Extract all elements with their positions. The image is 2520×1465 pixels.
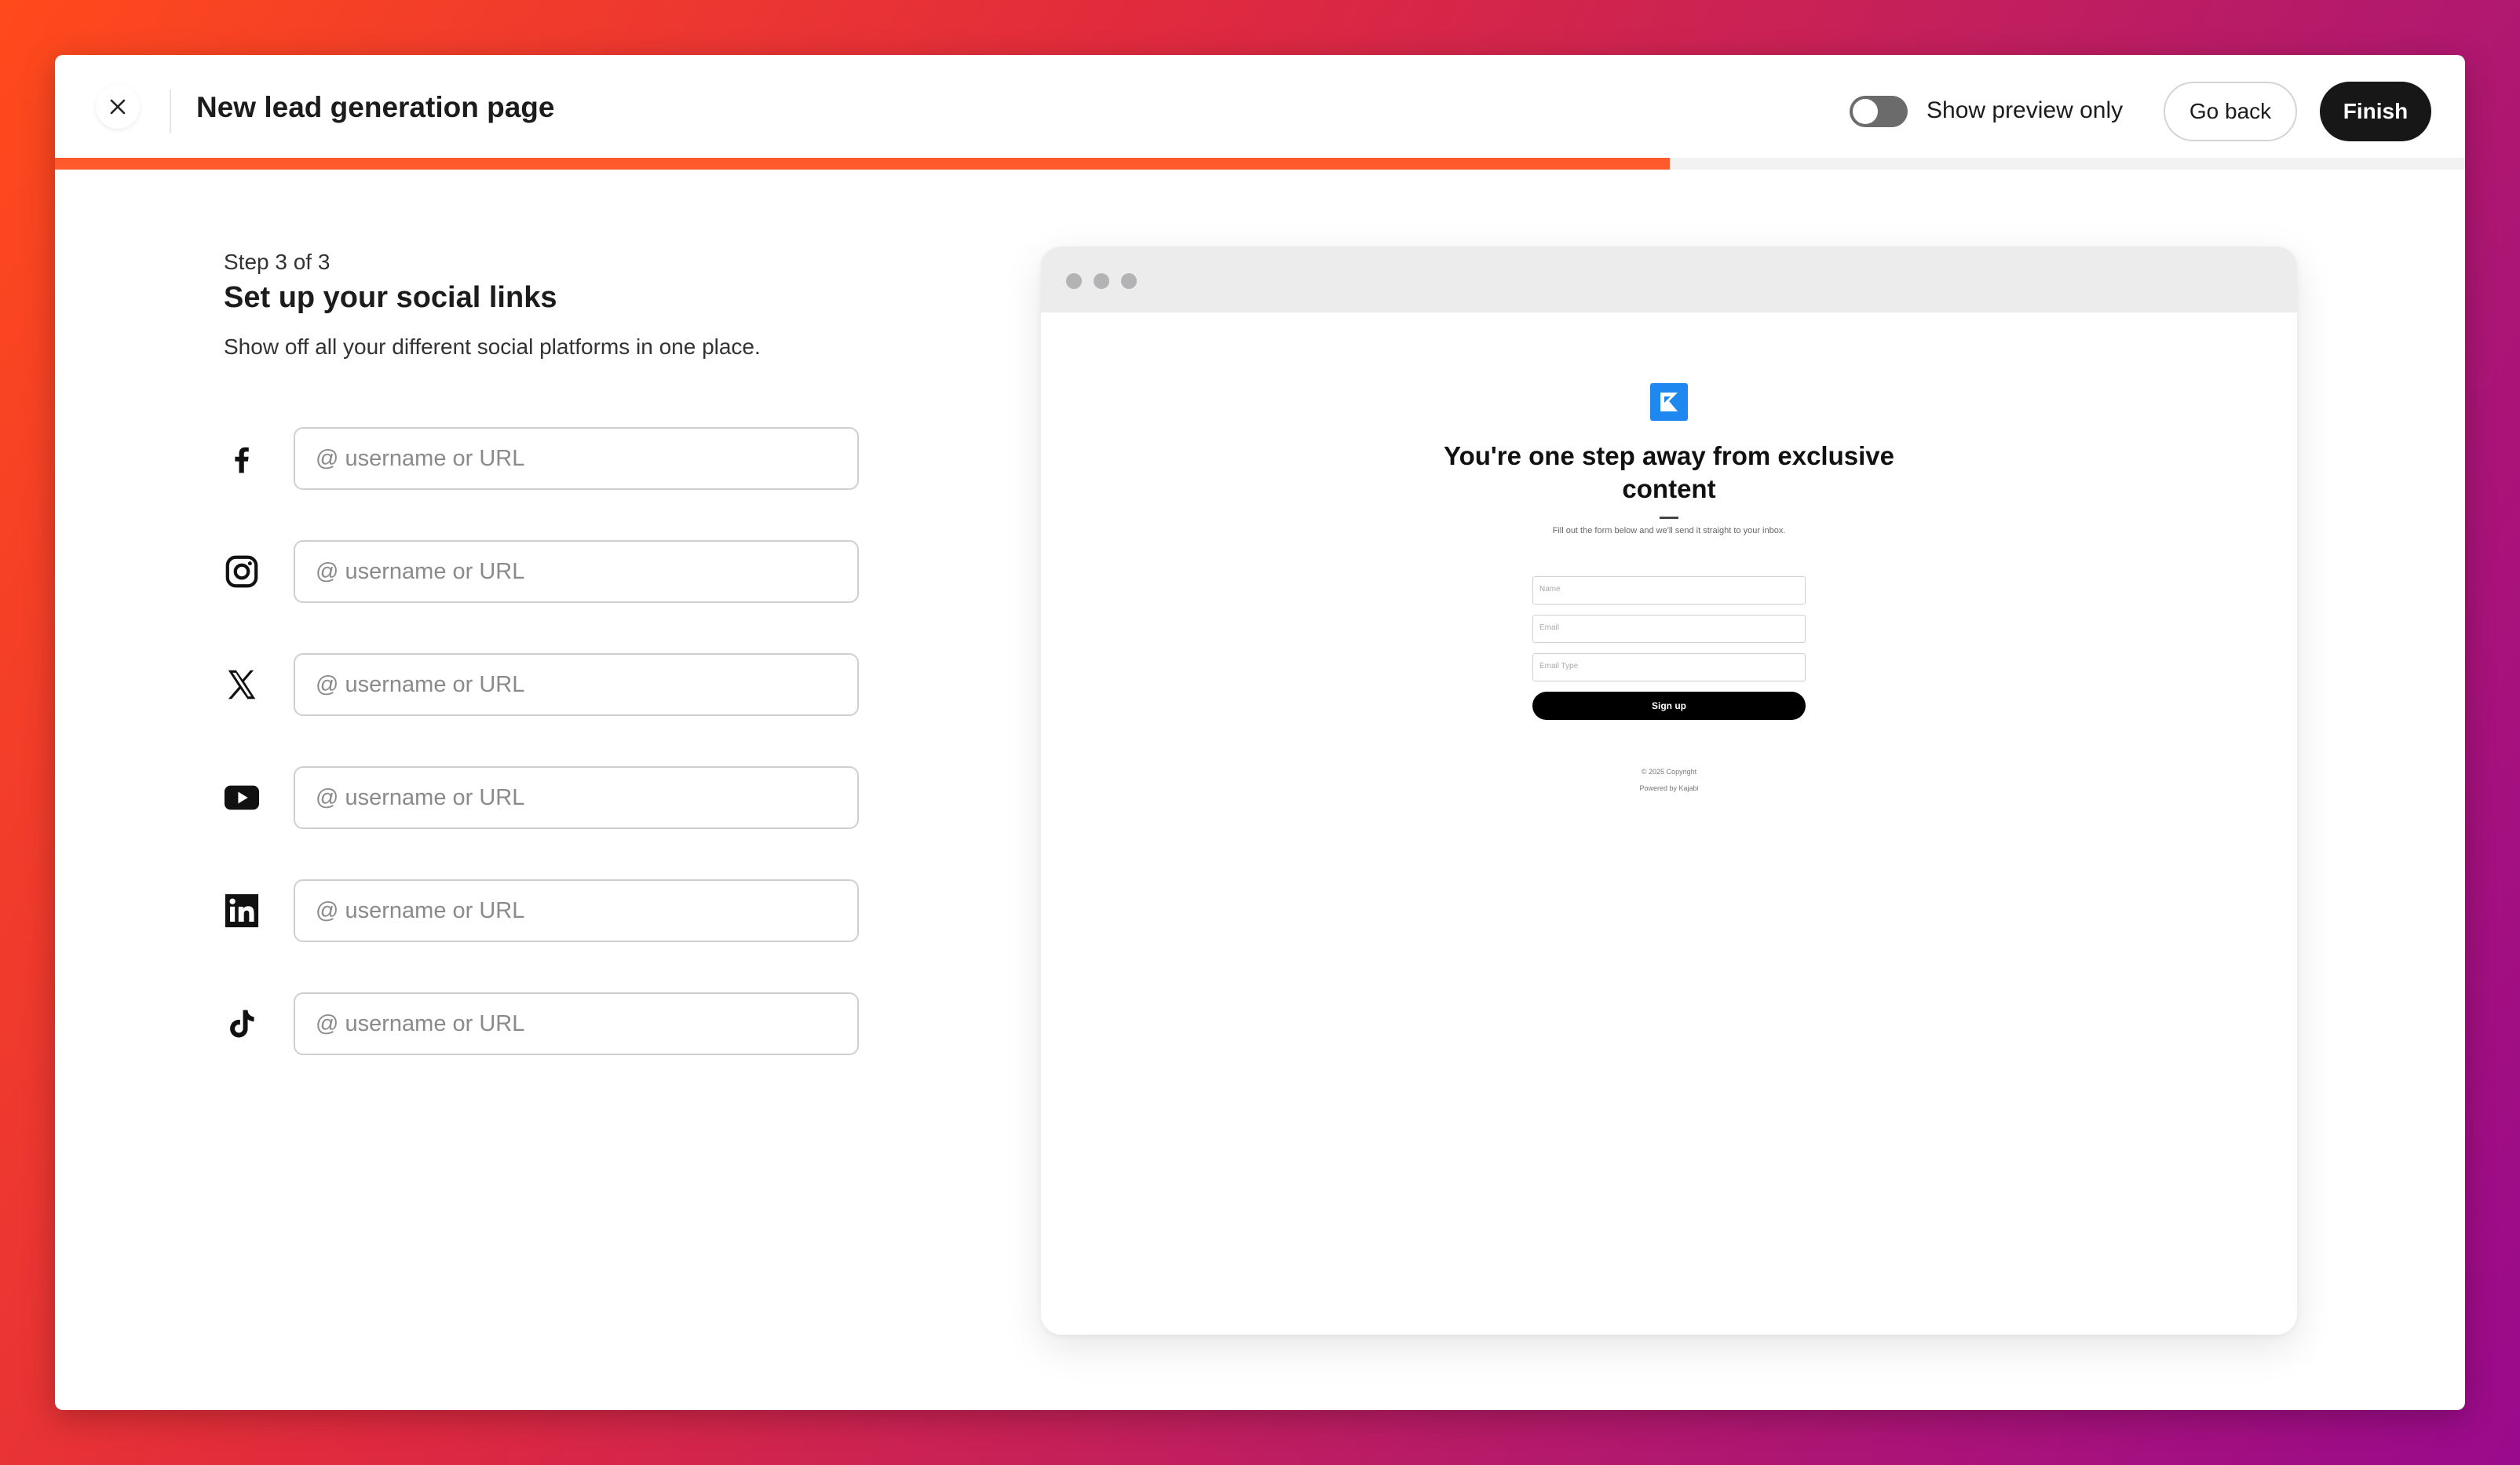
go-back-button[interactable]: Go back: [2164, 82, 2297, 141]
facebook-input[interactable]: [294, 427, 859, 490]
social-row-linkedin: [220, 879, 911, 942]
progress-bar: [55, 158, 2465, 170]
tiktok-input[interactable]: [294, 992, 859, 1055]
window-dot-icon: [1121, 273, 1137, 289]
preview-divider: [1660, 517, 1678, 519]
instagram-icon: [220, 550, 264, 594]
section-description: Show off all your different social platf…: [224, 334, 761, 359]
preview-only-label: Show preview only: [1927, 97, 2124, 123]
social-row-instagram: [220, 540, 911, 603]
page-title: New lead generation page: [196, 91, 555, 123]
preview-email-type-field: Email Type: [1532, 653, 1806, 681]
close-icon: [110, 99, 126, 115]
youtube-icon: [220, 776, 264, 820]
preview-headline: You're one step away from exclusive cont…: [1444, 441, 1894, 503]
preview-name-field: Name: [1532, 576, 1806, 605]
social-row-facebook: [220, 427, 911, 490]
linkedin-icon: [220, 889, 264, 933]
window-dot-icon: [1066, 273, 1082, 289]
instagram-input[interactable]: [294, 540, 859, 603]
window-dot-icon: [1094, 273, 1109, 289]
page-preview-window: You're one step away from exclusive cont…: [1041, 247, 2297, 1335]
preview-copyright: © 2025 Copyright: [1641, 768, 1697, 776]
social-row-youtube: [220, 766, 911, 829]
preview-page-content: You're one step away from exclusive cont…: [1041, 312, 2297, 1335]
browser-chrome-bar: [1041, 247, 2297, 312]
x-input[interactable]: [294, 653, 859, 716]
toggle-knob: [1853, 99, 1878, 124]
progress-fill: [55, 158, 1670, 170]
modal-dialog: New lead generation page Show preview on…: [55, 55, 2465, 1410]
tiktok-icon: [220, 1002, 264, 1046]
preview-signup-button: Sign up: [1532, 692, 1806, 720]
header-divider: [170, 90, 171, 133]
finish-button[interactable]: Finish: [2320, 82, 2431, 141]
preview-email-field: Email: [1532, 615, 1806, 643]
preview-subtext: Fill out the form below and we'll send i…: [1552, 526, 1786, 535]
close-button[interactable]: [96, 85, 140, 129]
social-row-tiktok: [220, 992, 911, 1055]
preview-only-toggle[interactable]: [1850, 96, 1908, 127]
x-icon: [220, 663, 264, 707]
kajabi-logo-icon: [1650, 383, 1688, 421]
facebook-icon: [220, 437, 264, 480]
linkedin-input[interactable]: [294, 879, 859, 942]
header-bar: New lead generation page Show preview on…: [55, 55, 2465, 158]
step-indicator: Step 3 of 3: [224, 250, 331, 274]
preview-powered-by: Powered by Kajabi: [1639, 784, 1699, 792]
section-title: Set up your social links: [224, 281, 557, 314]
youtube-input[interactable]: [294, 766, 859, 829]
social-row-x: [220, 653, 911, 716]
